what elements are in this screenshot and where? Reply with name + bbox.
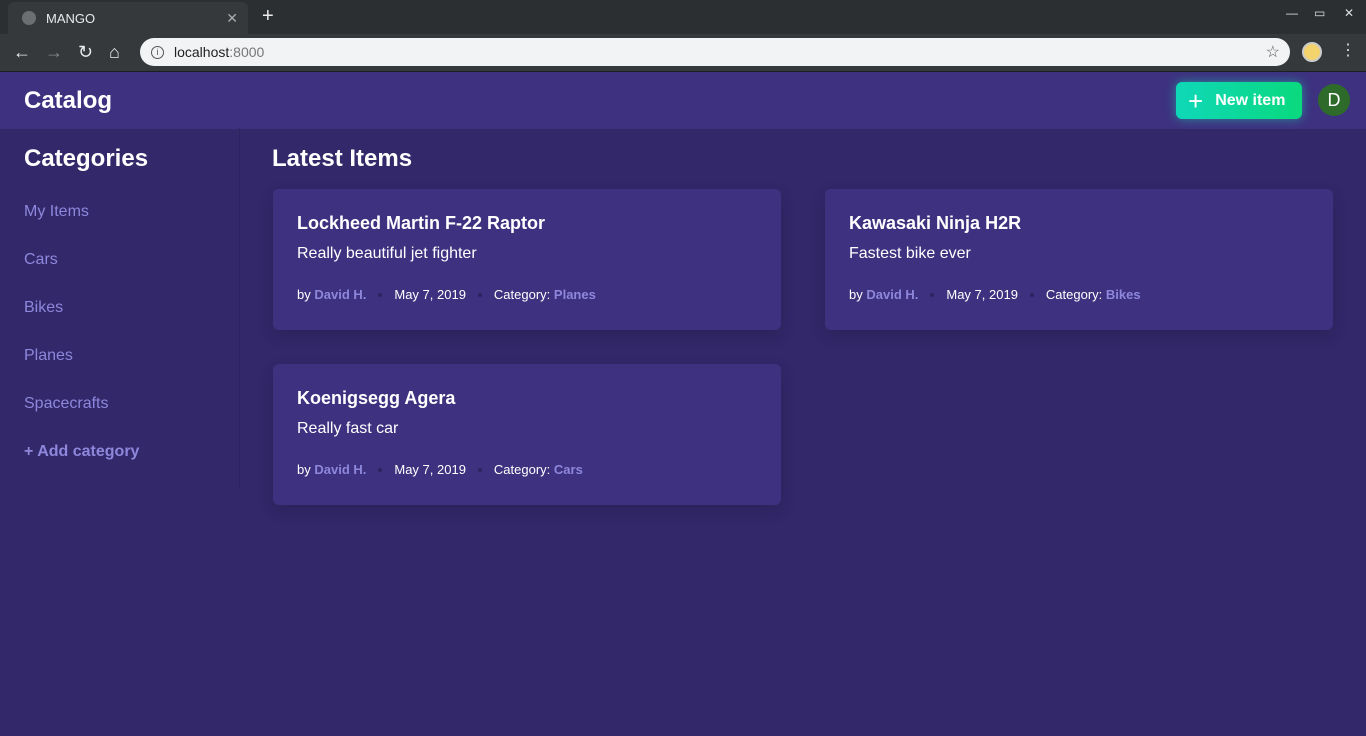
address-bar[interactable]: i localhost:8000 ☆ xyxy=(140,38,1290,66)
browser-menu-icon[interactable]: ⋮ xyxy=(1340,40,1356,60)
author-link[interactable]: David H. xyxy=(314,462,366,477)
url-port: :8000 xyxy=(229,44,265,60)
sidebar-item-my-items[interactable]: My Items xyxy=(24,203,89,221)
avatar[interactable]: D xyxy=(1318,84,1350,116)
category-label: Category: xyxy=(1045,287,1103,302)
separator-dot xyxy=(477,467,482,472)
browser-toolbar: ← → ↻ ⌂ i localhost:8000 ☆ ⋮ xyxy=(0,34,1366,72)
item-title[interactable]: Kawasaki Ninja H2R xyxy=(849,213,1309,234)
add-category-link[interactable]: + Add category xyxy=(24,443,139,461)
browser-tab-bar: MANGO ✕ + — ▭ ✕ xyxy=(0,0,1366,34)
sidebar-item-spacecrafts[interactable]: Spacecrafts xyxy=(24,395,108,413)
sidebar: Categories My Items Cars Bikes Planes Sp… xyxy=(0,128,240,488)
url-host: localhost xyxy=(174,44,230,60)
separator-dot xyxy=(477,292,482,297)
author-link[interactable]: David H. xyxy=(314,287,366,302)
minimize-icon[interactable]: — xyxy=(1286,6,1298,20)
bookmark-star-icon[interactable]: ☆ xyxy=(1266,42,1280,62)
item-description: Really fast car xyxy=(297,420,399,437)
item-title[interactable]: Koenigsegg Agera xyxy=(297,388,757,409)
page-title: Latest Items xyxy=(272,145,413,172)
maximize-icon[interactable]: ▭ xyxy=(1314,6,1325,20)
category-label: Category: xyxy=(493,287,551,302)
info-icon[interactable]: i xyxy=(151,45,164,59)
sidebar-item-planes[interactable]: Planes xyxy=(24,347,73,365)
item-title[interactable]: Lockheed Martin F-22 Raptor xyxy=(297,213,757,234)
author-link[interactable]: David H. xyxy=(866,287,918,302)
separator-dot xyxy=(1029,292,1034,297)
separator-dot xyxy=(378,467,383,472)
item-description: Really beautiful jet fighter xyxy=(297,245,477,262)
item-meta: by David H. May 7, 2019 Category: Bikes xyxy=(849,287,1309,302)
close-tab-icon[interactable]: ✕ xyxy=(226,10,238,27)
category-link[interactable]: Cars xyxy=(554,462,583,477)
by-label: by xyxy=(297,462,311,477)
item-date: May 7, 2019 xyxy=(394,287,466,302)
sidebar-item-bikes[interactable]: Bikes xyxy=(24,299,63,317)
plus-icon: + xyxy=(1188,85,1204,116)
browser-tab[interactable]: MANGO ✕ xyxy=(8,2,248,34)
extension-icon[interactable] xyxy=(1302,42,1322,62)
sidebar-heading: Categories xyxy=(24,145,149,172)
reload-icon[interactable]: ↻ xyxy=(78,42,93,63)
item-card[interactable]: Lockheed Martin F-22 Raptor Really beaut… xyxy=(273,189,781,330)
sidebar-item-cars[interactable]: Cars xyxy=(24,251,58,269)
item-meta: by David H. May 7, 2019 Category: Cars xyxy=(297,462,757,477)
item-description: Fastest bike ever xyxy=(849,245,971,262)
category-link[interactable]: Bikes xyxy=(1106,287,1141,302)
item-meta: by David H. May 7, 2019 Category: Planes xyxy=(297,287,757,302)
home-icon[interactable]: ⌂ xyxy=(109,42,120,63)
by-label: by xyxy=(297,287,311,302)
close-window-icon[interactable]: ✕ xyxy=(1344,6,1354,20)
item-date: May 7, 2019 xyxy=(394,462,466,477)
forward-icon[interactable]: → xyxy=(45,42,63,63)
item-card[interactable]: Kawasaki Ninja H2R Fastest bike ever by … xyxy=(825,189,1333,330)
tab-title: MANGO xyxy=(46,10,96,26)
new-tab-button[interactable]: + xyxy=(262,5,274,28)
by-label: by xyxy=(849,287,863,302)
item-date: May 7, 2019 xyxy=(946,287,1018,302)
separator-dot xyxy=(378,292,383,297)
category-link[interactable]: Planes xyxy=(554,287,596,302)
category-label: Category: xyxy=(493,462,551,477)
new-item-button[interactable]: + New item xyxy=(1176,82,1302,119)
separator-dot xyxy=(930,292,935,297)
new-item-label: New item xyxy=(1215,91,1286,109)
app-title[interactable]: Catalog xyxy=(24,87,112,115)
item-card[interactable]: Koenigsegg Agera Really fast car by Davi… xyxy=(273,364,781,505)
app-header: Catalog xyxy=(0,72,1366,129)
back-icon[interactable]: ← xyxy=(13,42,31,63)
globe-icon xyxy=(22,11,36,25)
